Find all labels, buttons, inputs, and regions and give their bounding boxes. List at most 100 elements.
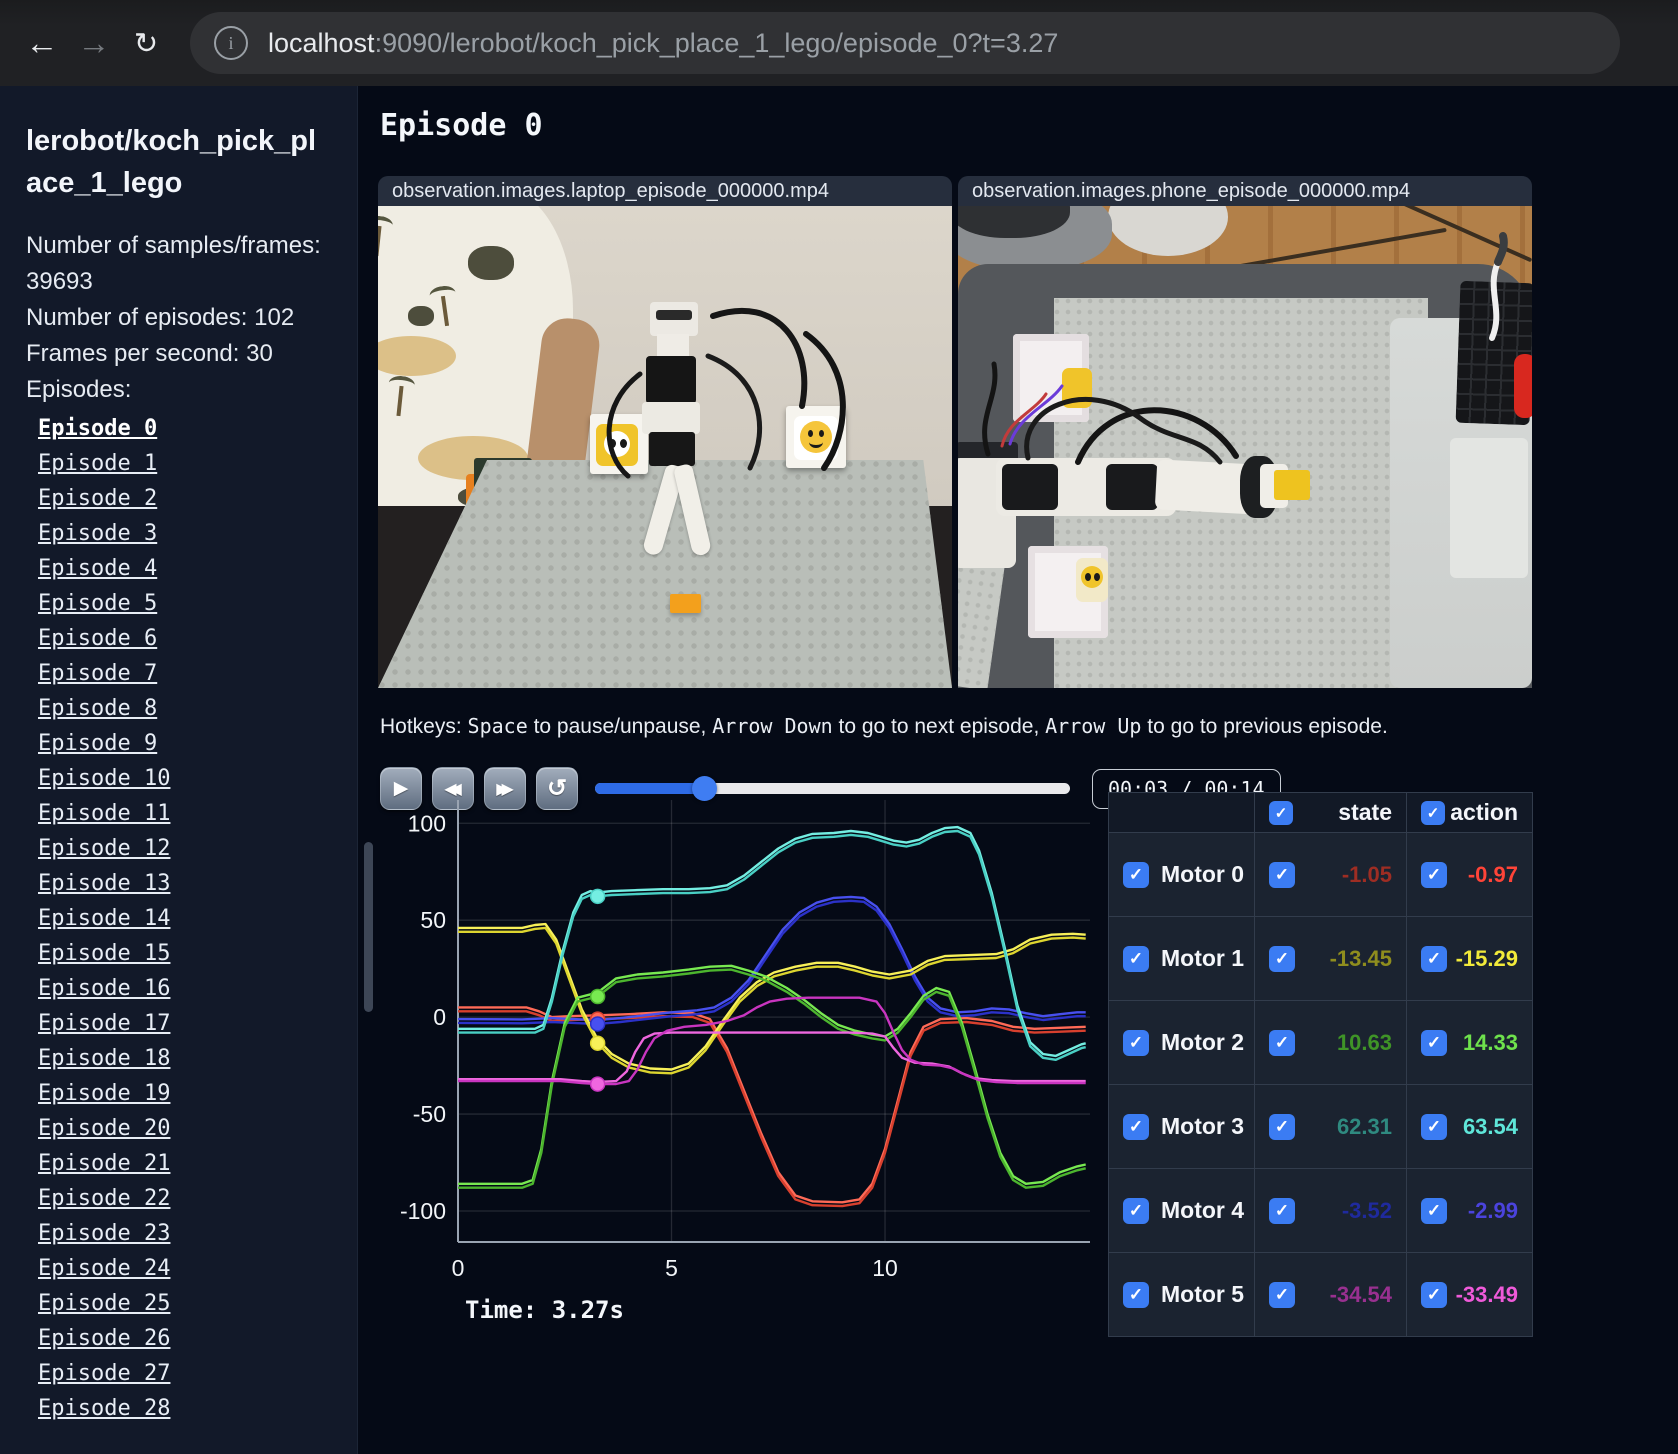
motor-checkbox[interactable] xyxy=(1123,1281,1149,1308)
motor-table: state action Motor 0 -1.05 -0.97 Motor 1 -13… xyxy=(1108,792,1533,1337)
episode-list-item: Episode 18 xyxy=(38,1042,339,1077)
motor-checkbox[interactable] xyxy=(1123,861,1149,888)
episode-link[interactable]: Episode 3 xyxy=(38,521,157,546)
episode-link[interactable]: Episode 27 xyxy=(38,1361,170,1386)
url-text[interactable]: localhost:9090/lerobot/koch_pick_place_1… xyxy=(268,28,1058,59)
episode-link[interactable]: Episode 5 xyxy=(38,591,157,616)
reload-icon[interactable]: ↻ xyxy=(124,21,168,65)
episode-link[interactable]: Episode 23 xyxy=(38,1221,170,1246)
action-checkbox[interactable] xyxy=(1421,1281,1447,1308)
motor-label: Motor 5 xyxy=(1161,1281,1245,1307)
episode-link[interactable]: Episode 25 xyxy=(38,1291,170,1316)
episode-link[interactable]: Episode 10 xyxy=(38,766,170,791)
state-all-checkbox[interactable] xyxy=(1269,800,1293,825)
y-tick-label: 100 xyxy=(408,810,446,836)
episode-link[interactable]: Episode 21 xyxy=(38,1151,170,1176)
action-checkbox[interactable] xyxy=(1421,945,1447,972)
motor-checkbox[interactable] xyxy=(1123,945,1149,972)
episode-link[interactable]: Episode 15 xyxy=(38,941,170,966)
chart-line-state xyxy=(458,899,1086,1026)
fps-info: Frames per second: 30 xyxy=(26,340,273,367)
episode-list-item: Episode 2 xyxy=(38,482,339,517)
episode-link[interactable]: Episode 1 xyxy=(38,451,157,476)
state-value: -34.54 xyxy=(1329,1281,1392,1307)
action-checkbox[interactable] xyxy=(1421,1197,1447,1224)
episode-link[interactable]: Episode 13 xyxy=(38,871,170,896)
episode-list-item: Episode 16 xyxy=(38,972,339,1007)
motor-checkbox[interactable] xyxy=(1123,1197,1149,1224)
y-tick-label: -100 xyxy=(400,1198,446,1224)
episode-link[interactable]: Episode 17 xyxy=(38,1011,170,1036)
main-panel: Episode 0 observation.images.laptop_epis… xyxy=(358,86,1678,1454)
episode-link[interactable]: Episode 24 xyxy=(38,1256,170,1281)
chart-line-state xyxy=(458,1010,1086,1208)
episode-link[interactable]: Episode 28 xyxy=(38,1396,170,1421)
episode-link[interactable]: Episode 9 xyxy=(38,731,157,756)
episode-link[interactable]: Episode 18 xyxy=(38,1046,170,1071)
scrollbar-thumb[interactable] xyxy=(364,842,373,1012)
state-checkbox[interactable] xyxy=(1269,1113,1295,1140)
episode-link[interactable]: Episode 26 xyxy=(38,1326,170,1351)
state-checkbox[interactable] xyxy=(1269,1197,1295,1224)
motor-checkbox[interactable] xyxy=(1123,1029,1149,1056)
action-checkbox[interactable] xyxy=(1421,1029,1447,1056)
chart-line-state xyxy=(458,996,1086,1086)
episode-list-item: Episode 23 xyxy=(38,1217,339,1252)
state-value: -13.45 xyxy=(1329,945,1392,971)
episode-link[interactable]: Episode 11 xyxy=(38,801,170,826)
action-checkbox[interactable] xyxy=(1421,861,1447,888)
episode-list-item: Episode 21 xyxy=(38,1147,339,1182)
motor-checkbox[interactable] xyxy=(1123,1113,1149,1140)
episode-link[interactable]: Episode 19 xyxy=(38,1081,170,1106)
episode-list-item: Episode 24 xyxy=(38,1252,339,1287)
episode-link[interactable]: Episode 7 xyxy=(38,661,157,686)
forward-icon[interactable]: → xyxy=(72,21,116,65)
action-value: -15.29 xyxy=(1455,945,1518,971)
episode-list-item: Episode 22 xyxy=(38,1182,339,1217)
site-info-icon[interactable]: i xyxy=(214,26,248,60)
episode-list: Episode 0 Episode 1 Episode 2 Episode 3 Epis… xyxy=(26,412,339,1427)
episode-link[interactable]: Episode 22 xyxy=(38,1186,170,1211)
motor-chart[interactable]: 100 50 0 -50 -100 0 5 10 xyxy=(386,786,1090,1298)
episode-link[interactable]: Episode 16 xyxy=(38,976,170,1001)
state-value: 10.63 xyxy=(1336,1029,1392,1055)
state-checkbox[interactable] xyxy=(1269,945,1295,972)
video-frame-phone[interactable] xyxy=(958,206,1532,688)
episode-link[interactable]: Episode 20 xyxy=(38,1116,170,1141)
video-title-laptop: observation.images.laptop_episode_000000… xyxy=(378,176,952,206)
episode-list-item: Episode 0 xyxy=(38,412,339,447)
chart-line-action xyxy=(458,1006,1086,1204)
episode-link[interactable]: Episode 0 xyxy=(38,416,157,441)
episode-link[interactable]: Episode 6 xyxy=(38,626,157,651)
episode-list-item: Episode 27 xyxy=(38,1357,339,1392)
back-icon[interactable]: ← xyxy=(20,21,64,65)
state-checkbox[interactable] xyxy=(1269,861,1295,888)
current-time-marker xyxy=(589,1035,606,1051)
episode-link[interactable]: Episode 2 xyxy=(38,486,157,511)
episode-list-item: Episode 10 xyxy=(38,762,339,797)
episode-list-item: Episode 13 xyxy=(38,867,339,902)
episode-list-item: Episode 15 xyxy=(38,937,339,972)
state-checkbox[interactable] xyxy=(1269,1281,1295,1308)
episode-list-item: Episode 19 xyxy=(38,1077,339,1112)
orange-lego-brick xyxy=(670,594,701,613)
table-row: Motor 2 10.63 14.33 xyxy=(1108,1000,1533,1085)
url-bar[interactable]: i localhost:9090/lerobot/koch_pick_place… xyxy=(190,12,1620,74)
episode-list-item: Episode 4 xyxy=(38,552,339,587)
table-row: Motor 4 -3.52 -2.99 xyxy=(1108,1168,1533,1253)
episode-link[interactable]: Episode 8 xyxy=(38,696,157,721)
episode-link[interactable]: Episode 4 xyxy=(38,556,157,581)
motor-label: Motor 0 xyxy=(1161,861,1245,887)
episode-list-item: Episode 5 xyxy=(38,587,339,622)
episode-list-item: Episode 28 xyxy=(38,1392,339,1427)
state-column-header: state xyxy=(1338,799,1392,825)
action-all-checkbox[interactable] xyxy=(1421,800,1445,825)
table-row: Motor 1 -13.45 -15.29 xyxy=(1108,916,1533,1001)
episode-link[interactable]: Episode 14 xyxy=(38,906,170,931)
video-frame-laptop[interactable] xyxy=(378,206,952,688)
episode-list-item: Episode 9 xyxy=(38,727,339,762)
state-checkbox[interactable] xyxy=(1269,1029,1295,1056)
table-row: Motor 0 -1.05 -0.97 xyxy=(1108,832,1533,917)
episode-link[interactable]: Episode 12 xyxy=(38,836,170,861)
action-checkbox[interactable] xyxy=(1421,1113,1447,1140)
